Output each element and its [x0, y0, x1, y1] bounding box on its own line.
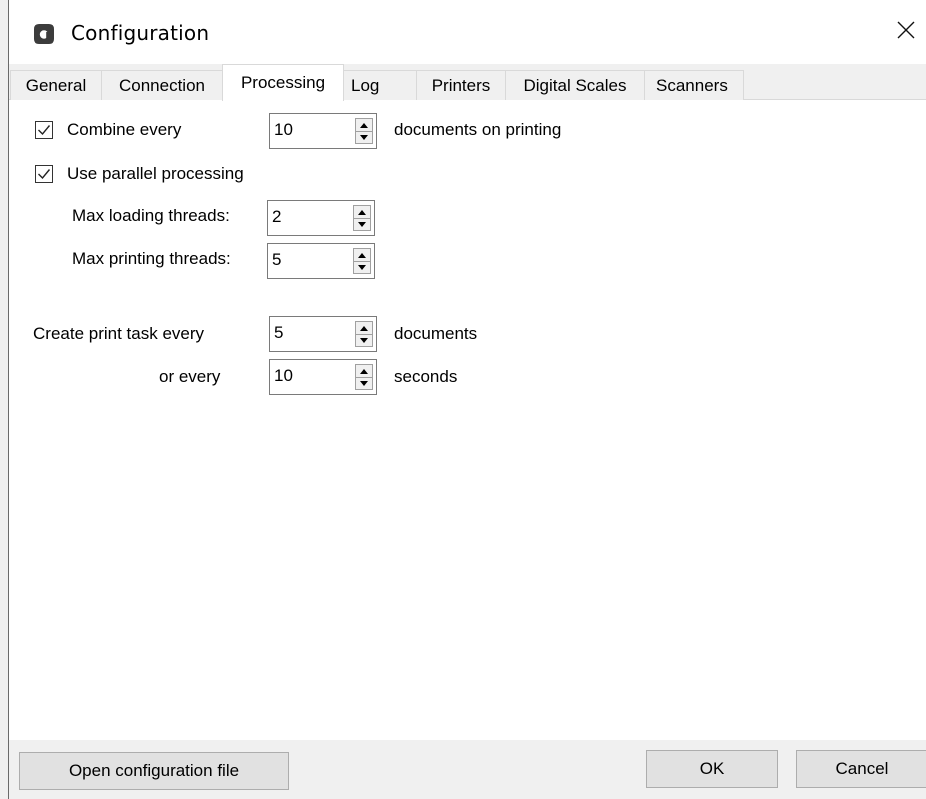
- tab-label: Digital Scales: [523, 75, 627, 95]
- arrow-down-icon: [358, 221, 366, 227]
- tab-label: Printers: [431, 75, 491, 95]
- spinner-value: 5: [274, 323, 284, 342]
- or-every-label: or every: [159, 367, 221, 386]
- tab-label: Scanners: [656, 75, 728, 95]
- combine-suffix: documents on printing: [394, 120, 562, 139]
- max-printing-spinner[interactable]: 5: [267, 243, 375, 279]
- app-logo-icon: [33, 23, 55, 45]
- combine-count-spinner[interactable]: 10: [269, 113, 377, 149]
- title-bar[interactable]: Configuration: [9, 0, 926, 64]
- or-every-suffix: seconds: [394, 367, 458, 386]
- tab-log[interactable]: Log: [343, 70, 417, 100]
- configuration-dialog: Configuration General Connection Process…: [0, 0, 926, 799]
- tab-general[interactable]: General: [10, 70, 102, 100]
- spin-down-button[interactable]: [354, 261, 370, 273]
- arrow-up-icon: [358, 209, 366, 215]
- combine-checkbox[interactable]: [35, 121, 53, 139]
- print-task-suffix: documents: [394, 324, 478, 343]
- spin-down-button[interactable]: [356, 377, 372, 389]
- open-config-file-button[interactable]: Open configuration file: [19, 752, 289, 790]
- arrow-down-icon: [360, 134, 368, 140]
- max-printing-label: Max printing threads:: [72, 249, 231, 268]
- parallel-label: Use parallel processing: [67, 164, 244, 183]
- tab-label: Connection: [118, 75, 205, 95]
- or-every-spinner[interactable]: 10: [269, 359, 377, 395]
- max-loading-spinner[interactable]: 2: [267, 200, 375, 236]
- spin-down-button[interactable]: [354, 218, 370, 230]
- arrow-down-icon: [360, 337, 368, 343]
- close-button[interactable]: [886, 10, 926, 54]
- tab-printers[interactable]: Printers: [416, 70, 506, 100]
- arrow-down-icon: [360, 380, 368, 386]
- spinner-value: 10: [274, 120, 293, 139]
- spin-down-button[interactable]: [356, 334, 372, 346]
- arrow-down-icon: [358, 264, 366, 270]
- tab-label: Processing: [240, 73, 326, 92]
- print-task-spinner[interactable]: 5: [269, 316, 377, 352]
- arrow-up-icon: [360, 368, 368, 374]
- spin-down-button[interactable]: [356, 131, 372, 143]
- button-label: Cancel: [835, 759, 889, 778]
- close-icon: [897, 21, 915, 44]
- button-label: OK: [699, 759, 725, 778]
- print-task-label: Create print task every: [33, 324, 205, 343]
- tab-digital-scales[interactable]: Digital Scales: [505, 70, 645, 100]
- window-title: Configuration: [71, 21, 210, 45]
- tab-label: General: [25, 75, 87, 95]
- spinner-value: 10: [274, 366, 293, 385]
- arrow-up-icon: [360, 325, 368, 331]
- parallel-checkbox[interactable]: [35, 165, 53, 183]
- spinner-buttons: [355, 118, 373, 144]
- spinner-buttons: [355, 364, 373, 390]
- ok-button[interactable]: OK: [646, 750, 778, 788]
- spinner-buttons: [353, 205, 371, 231]
- spinner-buttons: [353, 248, 371, 274]
- button-label: Open configuration file: [68, 761, 240, 780]
- checkmark-icon: [38, 169, 51, 180]
- arrow-up-icon: [360, 122, 368, 128]
- combine-label: Combine every: [67, 120, 182, 139]
- cancel-button[interactable]: Cancel: [796, 750, 926, 788]
- spinner-value: 2: [272, 207, 282, 226]
- arrow-up-icon: [358, 252, 366, 258]
- tab-scanners[interactable]: Scanners: [644, 70, 744, 100]
- max-loading-label: Max loading threads:: [72, 206, 230, 225]
- tab-processing[interactable]: Processing: [222, 64, 344, 101]
- spinner-value: 5: [272, 250, 282, 269]
- processing-panel: Combine every 10 documents on printing U…: [9, 100, 926, 740]
- checkmark-icon: [38, 125, 51, 136]
- spinner-buttons: [355, 321, 373, 347]
- tab-label: Log: [351, 75, 380, 95]
- tab-connection[interactable]: Connection: [101, 70, 223, 100]
